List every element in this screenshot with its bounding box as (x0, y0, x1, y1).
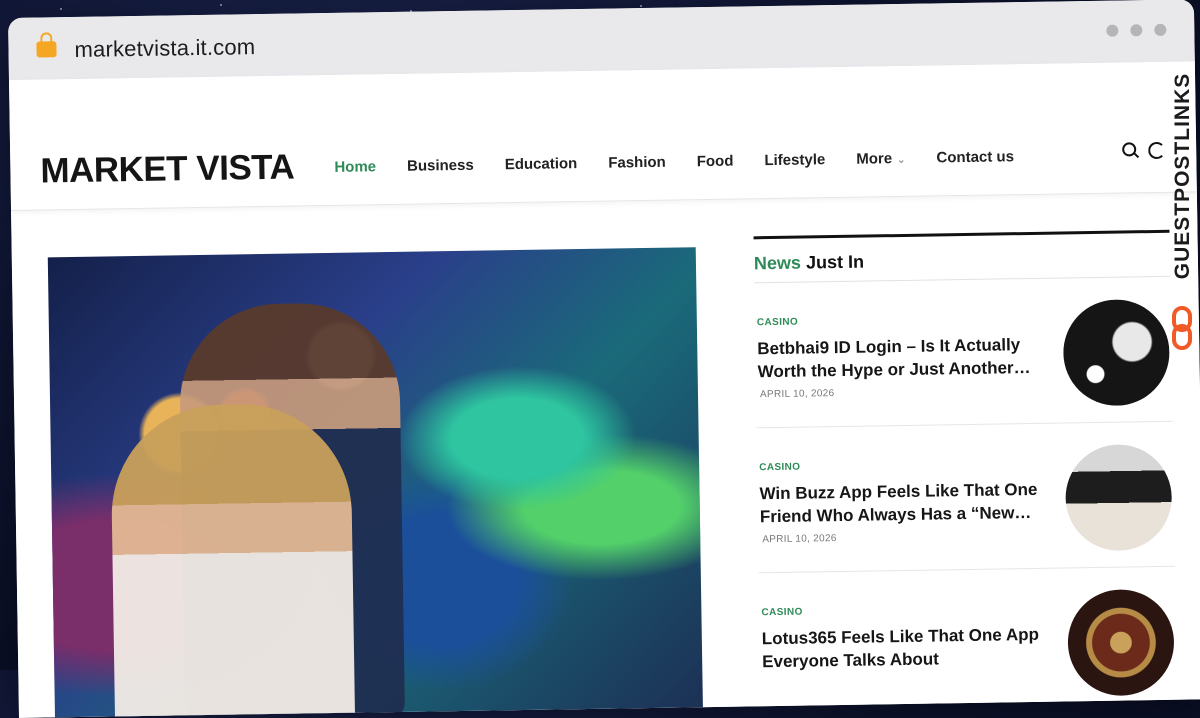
post-title[interactable]: Lotus365 Feels Like That One App Everyon… (762, 623, 1048, 673)
site-logo[interactable]: MARKET VISTA (40, 148, 295, 192)
url-text[interactable]: marketvista.it.com (74, 34, 255, 63)
nav-item-more-label: More (856, 150, 893, 168)
hero-woman (110, 402, 356, 718)
nav-item-home[interactable]: Home (334, 158, 376, 176)
post-thumbnail[interactable] (1064, 443, 1173, 552)
post-title[interactable]: Betbhai9 ID Login – Is It Actually Worth… (757, 333, 1043, 383)
post-category[interactable]: CASINO (757, 317, 798, 329)
watermark-text: GUESTPOSTLINKS (1171, 72, 1194, 280)
moon-icon[interactable] (1148, 141, 1166, 160)
nav-item-lifestyle[interactable]: Lifestyle (764, 151, 825, 169)
post-title[interactable]: Win Buzz App Feels Like That One Friend … (759, 478, 1045, 528)
search-icon[interactable] (1122, 142, 1137, 157)
post-date: APRIL 10, 2026 (759, 388, 835, 401)
window-controls (1106, 23, 1167, 37)
post-thumbnail[interactable] (1062, 298, 1171, 407)
sidebar-title-accent: News (753, 252, 802, 274)
nav-item-more[interactable]: More ⌄ (856, 150, 905, 168)
chevron-down-icon: ⌄ (897, 154, 906, 167)
nav-item-education[interactable]: Education (505, 155, 578, 173)
hero-image[interactable] (47, 247, 704, 718)
main-nav: Home Business Education Fashion Food Lif… (334, 148, 1045, 176)
site-header: MARKET VISTA Home Business Education Fas… (8, 61, 1197, 211)
header-icons (1122, 141, 1166, 160)
nav-item-contact[interactable]: Contact us (936, 148, 1014, 166)
watermark: GUESTPOSTLINKS (1166, 58, 1198, 358)
link-icon (1172, 306, 1192, 350)
sidebar-divider (753, 229, 1170, 240)
window-dot-icon[interactable] (1154, 23, 1167, 36)
nav-item-fashion[interactable]: Fashion (608, 154, 666, 172)
nav-item-business[interactable]: Business (407, 157, 474, 175)
post-category[interactable]: CASINO (761, 607, 802, 619)
post-thumbnail[interactable] (1067, 588, 1175, 697)
post-date: APRIL 10, 2026 (762, 533, 837, 546)
post-category[interactable]: CASINO (759, 462, 800, 474)
sidebar-title: News Just In (754, 247, 1170, 275)
list-item[interactable]: CASINO Win Buzz App Feels Like That One … (756, 421, 1175, 574)
browser-window: marketvista.it.com MARKET VISTA Home Bus… (8, 0, 1200, 718)
sidebar-title-rest: Just In (800, 251, 865, 273)
list-item[interactable]: CASINO Betbhai9 ID Login – Is It Actuall… (754, 276, 1173, 429)
list-item[interactable]: CASINO Lotus365 Feels Like That One App … (759, 567, 1177, 718)
window-dot-icon[interactable] (1106, 24, 1119, 37)
lock-icon (36, 41, 57, 58)
website: MARKET VISTA Home Business Education Fas… (8, 61, 1200, 718)
news-sidebar: News Just In CASINO Betbhai9 ID Login – … (753, 229, 1178, 718)
window-dot-icon[interactable] (1130, 24, 1143, 37)
nav-item-food[interactable]: Food (697, 153, 734, 171)
